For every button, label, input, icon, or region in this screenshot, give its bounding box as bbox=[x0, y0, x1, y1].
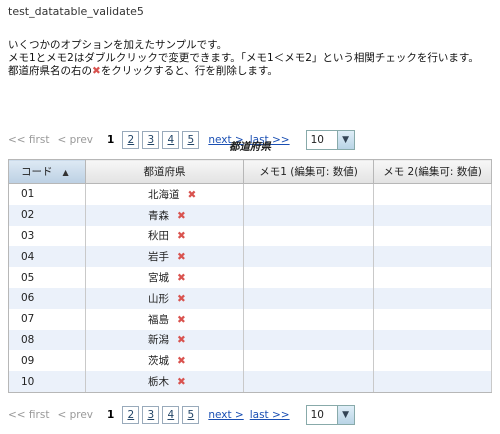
cell-memo1[interactable] bbox=[243, 204, 374, 226]
cell-memo2[interactable] bbox=[373, 225, 492, 247]
cell-memo2[interactable] bbox=[373, 371, 492, 393]
column-header-code[interactable]: コード ▲ bbox=[8, 159, 86, 184]
cell-memo1[interactable] bbox=[243, 183, 374, 205]
prefecture-name: 山形 bbox=[148, 292, 169, 305]
prefecture-name: 栃木 bbox=[148, 376, 169, 389]
chevron-down-icon[interactable]: ▼ bbox=[336, 406, 354, 424]
cell-prefecture: 福島 ✖ bbox=[85, 308, 244, 330]
cell-code: 05 bbox=[8, 267, 86, 288]
cell-code: 07 bbox=[8, 308, 86, 330]
pager-page-2[interactable]: 2 bbox=[122, 406, 140, 424]
prefecture-name: 宮城 bbox=[148, 272, 169, 285]
cell-prefecture: 栃木 ✖ bbox=[85, 371, 244, 393]
delete-row-icon[interactable]: ✖ bbox=[177, 230, 186, 242]
column-header-memo2[interactable]: メモ 2(編集可: 数値) bbox=[373, 159, 492, 184]
pager-prev: < prev bbox=[57, 409, 94, 421]
cell-memo2[interactable] bbox=[373, 287, 492, 309]
table-row: 10 栃木 ✖ bbox=[8, 371, 492, 393]
delete-row-icon[interactable]: ✖ bbox=[177, 334, 186, 346]
cell-prefecture: 北海道 ✖ bbox=[85, 183, 244, 205]
cell-code: 01 bbox=[8, 183, 86, 205]
pager-page-5[interactable]: 5 bbox=[182, 406, 200, 424]
cell-memo2[interactable] bbox=[373, 308, 492, 330]
delete-row-icon[interactable]: ✖ bbox=[177, 251, 186, 263]
cell-code: 10 bbox=[8, 371, 86, 393]
prefecture-name: 新潟 bbox=[148, 334, 169, 347]
table-row: 05 宮城 ✖ bbox=[8, 267, 492, 288]
pager-next-link[interactable]: next > bbox=[208, 409, 243, 421]
pager-current-page: 1 bbox=[107, 409, 115, 421]
table-row: 03 秋田 ✖ bbox=[8, 225, 492, 247]
cell-code: 08 bbox=[8, 329, 86, 351]
cell-prefecture: 岩手 ✖ bbox=[85, 246, 244, 268]
cell-prefecture: 新潟 ✖ bbox=[85, 329, 244, 351]
column-header-prefecture[interactable]: 都道府県 bbox=[85, 159, 244, 184]
delete-row-icon[interactable]: ✖ bbox=[177, 376, 186, 388]
delete-row-icon[interactable]: ✖ bbox=[177, 355, 186, 367]
pager-last-link[interactable]: last >> bbox=[250, 409, 290, 421]
description-line-3: 都道府県名の右の✖をクリックすると、行を削除します。 bbox=[8, 65, 479, 78]
cell-memo1[interactable] bbox=[243, 267, 374, 288]
page-title: test_datatable_validate5 bbox=[8, 5, 144, 18]
pager-first: << first bbox=[8, 409, 50, 421]
prefecture-name: 茨城 bbox=[148, 355, 169, 368]
column-header-memo1[interactable]: メモ1 (編集可: 数値) bbox=[243, 159, 374, 184]
cell-memo1[interactable] bbox=[243, 350, 374, 372]
table-row: 04 岩手 ✖ bbox=[8, 246, 492, 268]
table-row: 01 北海道 ✖ bbox=[8, 183, 492, 205]
cell-memo2[interactable] bbox=[373, 329, 492, 351]
cell-prefecture: 山形 ✖ bbox=[85, 287, 244, 309]
prefecture-name: 秋田 bbox=[148, 230, 169, 243]
cell-memo2[interactable] bbox=[373, 204, 492, 226]
pager-bottom: << first < prev 1 2 3 4 5 next > last >>… bbox=[8, 404, 355, 426]
table-row: 02 青森 ✖ bbox=[8, 204, 492, 226]
rows-per-page-value: 10 bbox=[310, 409, 324, 421]
description-line-2: メモ1とメモ2はダブルクリックで変更できます。「メモ1＜メモ2」という相関チェッ… bbox=[8, 52, 479, 64]
cell-memo1[interactable] bbox=[243, 308, 374, 330]
prefecture-name: 北海道 bbox=[148, 188, 180, 201]
pager-page-4[interactable]: 4 bbox=[162, 406, 180, 424]
table-caption: 都道府県 bbox=[229, 141, 271, 153]
cell-code: 03 bbox=[8, 225, 86, 247]
column-header-code-label: コード bbox=[21, 166, 53, 178]
delete-row-icon[interactable]: ✖ bbox=[188, 189, 197, 201]
cell-code: 09 bbox=[8, 350, 86, 372]
prefecture-name: 福島 bbox=[148, 313, 169, 326]
delete-row-icon[interactable]: ✖ bbox=[177, 210, 186, 222]
description-line-3-pre: 都道府県名の右の bbox=[8, 65, 92, 77]
cell-memo1[interactable] bbox=[243, 371, 374, 393]
cell-memo1[interactable] bbox=[243, 287, 374, 309]
table-row: 06 山形 ✖ bbox=[8, 287, 492, 309]
description: いくつかのオプションを加えたサンプルです。 メモ1とメモ2はダブルクリックで変更… bbox=[8, 39, 479, 78]
cell-prefecture: 茨城 ✖ bbox=[85, 350, 244, 372]
cell-code: 04 bbox=[8, 246, 86, 268]
cell-prefecture: 青森 ✖ bbox=[85, 204, 244, 226]
delete-row-icon[interactable]: ✖ bbox=[177, 293, 186, 305]
delete-row-icon[interactable]: ✖ bbox=[177, 272, 186, 284]
delete-row-icon[interactable]: ✖ bbox=[177, 314, 186, 326]
table-row: 07 福島 ✖ bbox=[8, 308, 492, 330]
cell-memo2[interactable] bbox=[373, 267, 492, 288]
description-line-3-post: をクリックすると、行を削除します。 bbox=[100, 65, 278, 77]
table-row: 09 茨城 ✖ bbox=[8, 350, 492, 372]
cell-memo1[interactable] bbox=[243, 246, 374, 268]
cell-memo1[interactable] bbox=[243, 225, 374, 247]
cell-memo1[interactable] bbox=[243, 329, 374, 351]
cell-memo2[interactable] bbox=[373, 350, 492, 372]
rows-per-page-select[interactable]: 10 ▼ bbox=[305, 405, 355, 425]
cell-prefecture: 宮城 ✖ bbox=[85, 267, 244, 288]
prefecture-name: 岩手 bbox=[148, 251, 169, 264]
table-row: 08 新潟 ✖ bbox=[8, 329, 492, 351]
cell-memo2[interactable] bbox=[373, 183, 492, 205]
delete-mark-icon: ✖ bbox=[92, 65, 101, 77]
prefecture-name: 青森 bbox=[148, 209, 169, 222]
cell-code: 02 bbox=[8, 204, 86, 226]
sort-ascending-icon: ▲ bbox=[62, 168, 69, 177]
pager-page-3[interactable]: 3 bbox=[142, 406, 160, 424]
cell-code: 06 bbox=[8, 287, 86, 309]
cell-prefecture: 秋田 ✖ bbox=[85, 225, 244, 247]
description-line-1: いくつかのオプションを加えたサンプルです。 bbox=[8, 39, 228, 51]
cell-memo2[interactable] bbox=[373, 246, 492, 268]
prefecture-table: コード ▲ 都道府県 メモ1 (編集可: 数値) メモ 2(編集可: 数値) 01… bbox=[8, 159, 492, 393]
